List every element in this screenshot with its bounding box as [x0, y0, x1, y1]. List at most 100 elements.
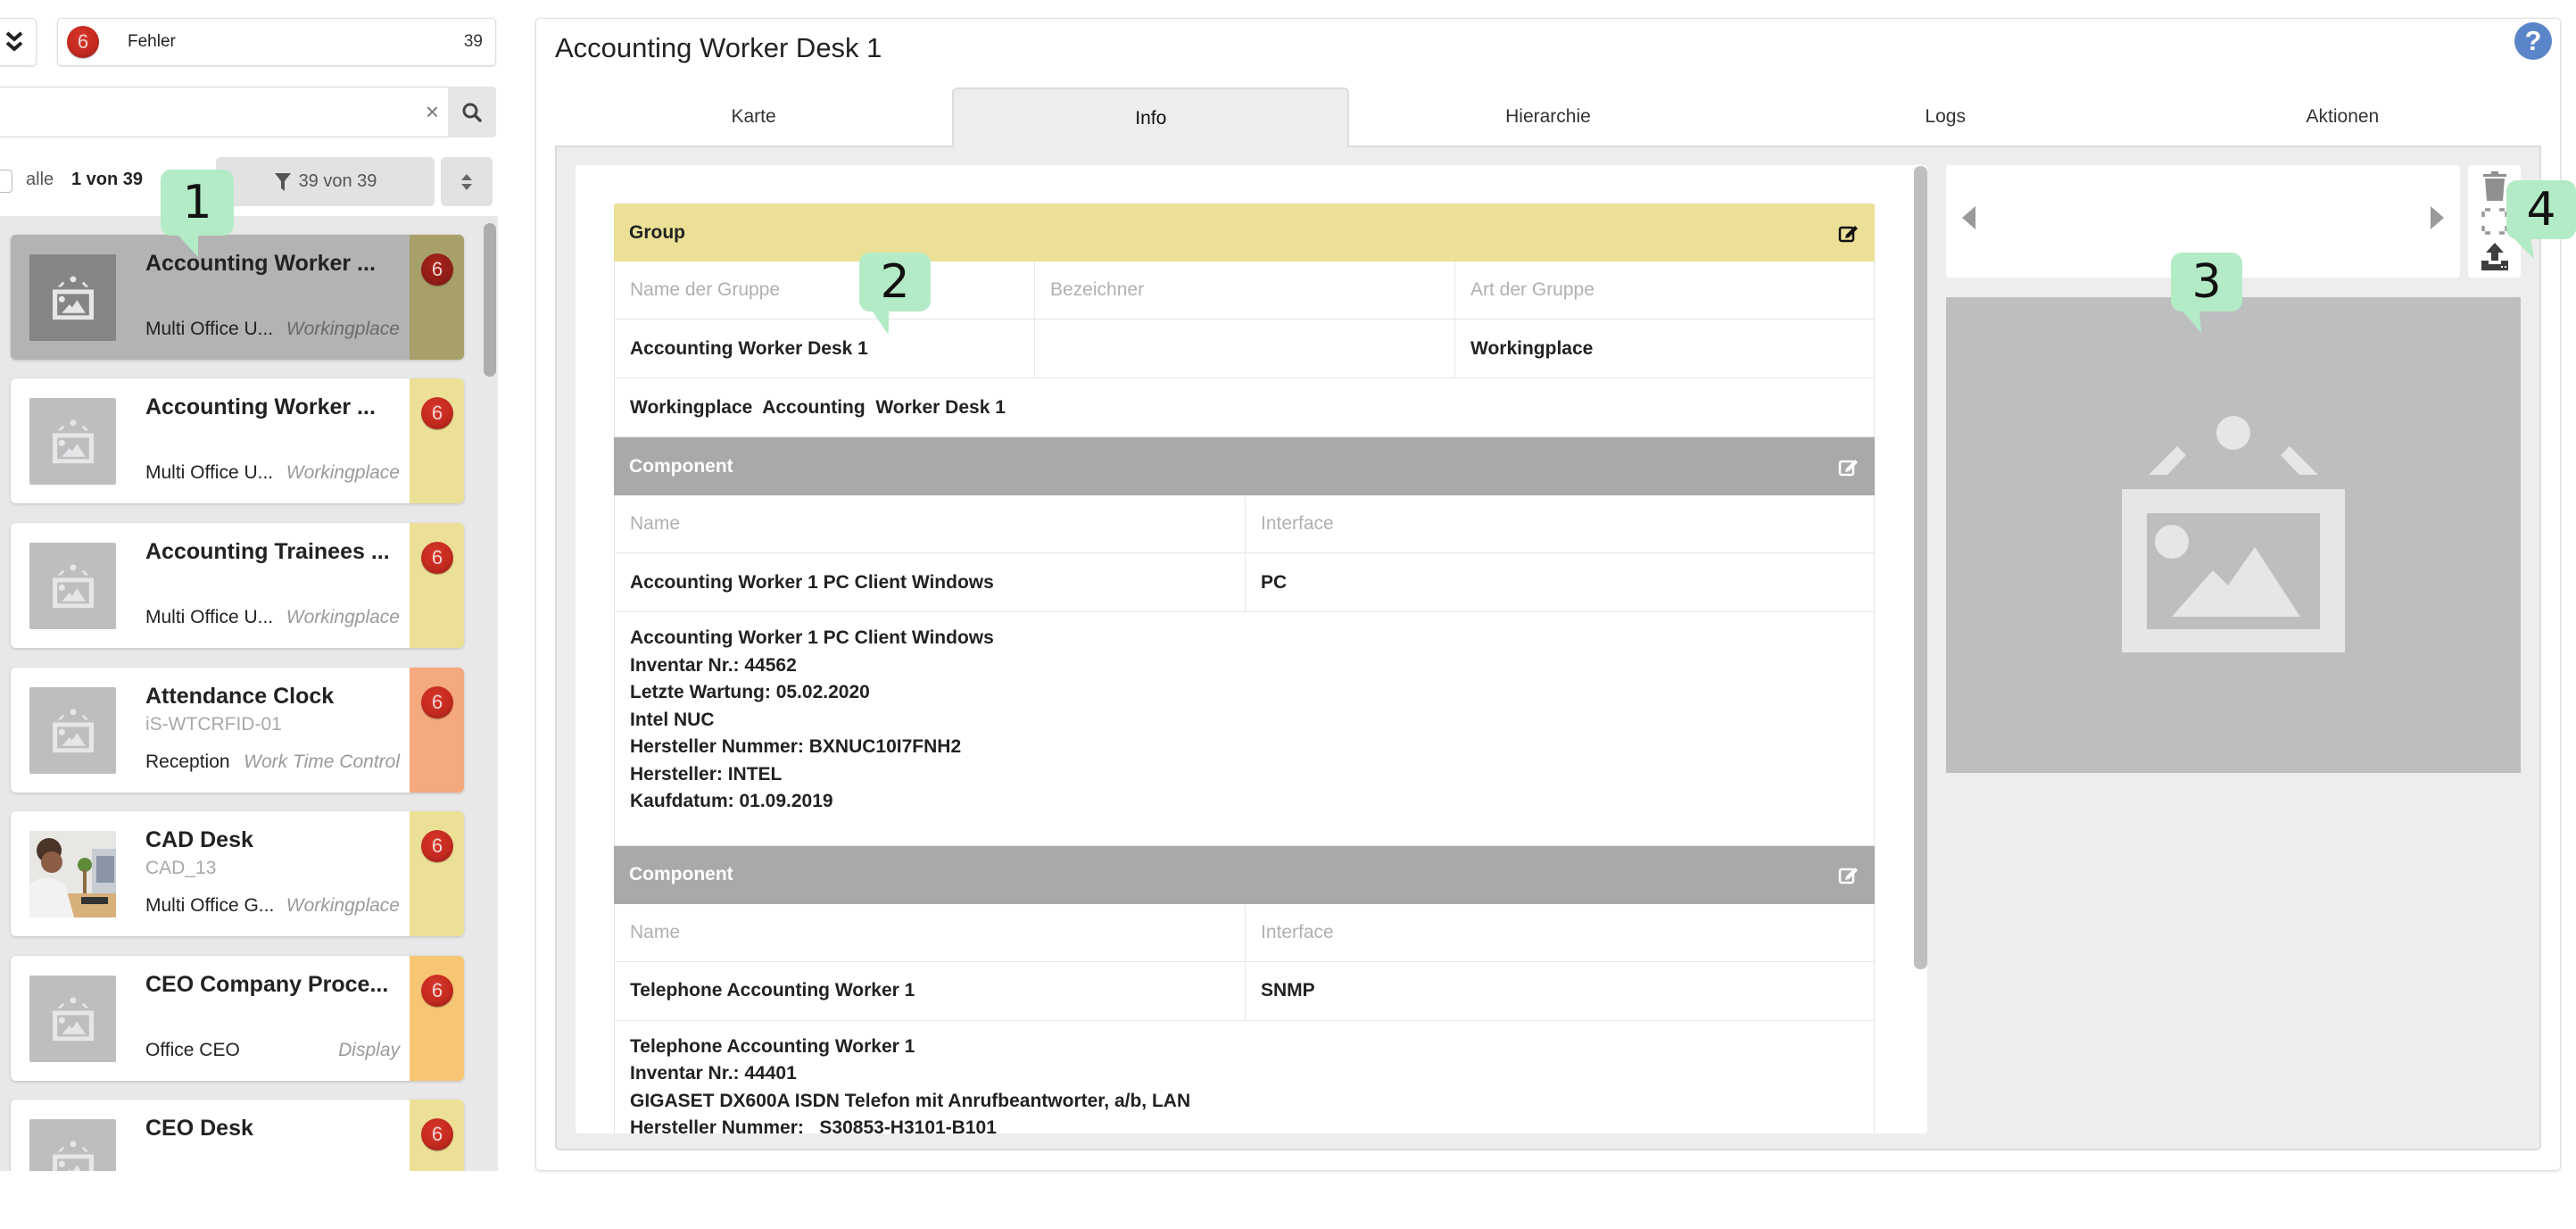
list-item[interactable]: CEO Desk 6 — [11, 1100, 464, 1171]
callout-2: 2 — [859, 253, 931, 335]
tab-logs[interactable]: Logs — [1747, 87, 2144, 146]
error-badge: 6 — [421, 542, 453, 574]
group-description-text: Workingplace Accounting Worker Desk 1 — [630, 396, 1006, 418]
item-type: Workingplace — [286, 607, 400, 627]
item-location: Office CEO — [145, 1040, 240, 1060]
list-item[interactable]: Accounting Worker ... Multi Office U... Wo… — [11, 378, 464, 503]
column-header: Art der Gruppe — [1470, 279, 1594, 300]
column-header: Bezeichner — [1035, 262, 1455, 319]
edit-icon[interactable] — [1838, 457, 1860, 477]
list-item[interactable]: Accounting Trainees ... Multi Office U...… — [11, 523, 464, 648]
item-location: Multi Office U... — [145, 462, 274, 483]
search-field: × — [0, 87, 448, 137]
image-placeholder-icon — [52, 275, 94, 320]
selection-count: 1 von 39 — [71, 170, 144, 189]
status-strip: 6 — [410, 235, 464, 360]
component-header: Component — [614, 845, 1875, 904]
image-preview[interactable] — [1946, 297, 2521, 773]
edit-icon[interactable] — [1838, 223, 1860, 243]
search-icon — [462, 103, 482, 122]
status-strip: 6 — [410, 956, 464, 1081]
callout-1: 1 — [161, 170, 234, 257]
column-header: Name — [615, 903, 1246, 961]
column-header: Name — [615, 495, 1246, 552]
status-strip: 6 — [410, 668, 464, 793]
sort-button[interactable] — [441, 157, 493, 206]
item-thumbnail — [29, 976, 116, 1062]
item-subtitle: iS-WTCRFID-01 — [145, 714, 282, 735]
tab-aktionen[interactable]: Aktionen — [2144, 87, 2541, 146]
item-title: Accounting Worker ... — [145, 394, 376, 419]
callout-4: 4 — [2506, 180, 2576, 259]
info-pane: Group Name der Gruppe Bezeichner Art der… — [576, 165, 1927, 1134]
search-input[interactable] — [0, 87, 408, 137]
error-count: 39 — [463, 32, 483, 51]
fullscreen-icon[interactable] — [2481, 208, 2508, 235]
component-column-headers: Name Interface — [614, 903, 1875, 962]
list-scrollbar[interactable] — [484, 223, 496, 377]
list-item[interactable]: Accounting Worker ... Multi Office U... Wo… — [11, 235, 464, 360]
sort-icon — [461, 173, 472, 190]
edit-icon[interactable] — [1838, 865, 1860, 884]
item-thumbnail — [29, 1119, 116, 1171]
help-icon[interactable]: ? — [2514, 22, 2552, 60]
error-badge: 6 — [421, 253, 453, 286]
upload-icon[interactable] — [2480, 241, 2510, 271]
description-line: Intel NUC — [630, 709, 715, 730]
item-list: Accounting Worker ... Multi Office U... Wo… — [0, 216, 498, 1171]
previous-image-icon[interactable] — [1962, 206, 1975, 229]
page-title: Accounting Worker Desk 1 — [555, 32, 882, 63]
item-location: Reception — [145, 752, 230, 772]
callout-number: 4 — [2526, 183, 2556, 237]
component-interface-value: PC — [1261, 571, 1288, 593]
item-location: Multi Office U... — [145, 607, 274, 627]
item-location: Multi Office G... — [145, 895, 275, 916]
component-header-label: Component — [629, 455, 733, 477]
error-badge: 6 — [421, 1118, 453, 1150]
search-button[interactable] — [448, 87, 496, 137]
description-line: Hersteller: INTEL — [630, 763, 783, 785]
filter-button[interactable]: 39 von 39 — [216, 157, 435, 206]
error-filter[interactable]: 6 Fehler 39 — [57, 18, 496, 66]
callout-3: 3 — [2171, 253, 2242, 333]
item-thumbnail — [29, 687, 116, 774]
info-scrollbar[interactable] — [1914, 166, 1927, 969]
item-type: Display — [338, 1040, 400, 1060]
description-line: Telephone Accounting Worker 1 — [630, 1035, 915, 1057]
item-type: Workingplace — [286, 319, 400, 339]
error-badge: 6 — [67, 26, 99, 58]
clear-search-icon[interactable]: × — [426, 87, 439, 137]
item-thumbnail — [29, 254, 116, 341]
photo-thumbnail — [29, 831, 116, 918]
list-item[interactable]: CAD Desk CAD_13 Multi Office G... Workingpl… — [11, 811, 464, 936]
list-item[interactable]: CEO Company Proce... Office CEO Display 6 — [11, 956, 464, 1081]
delete-icon[interactable] — [2481, 171, 2508, 202]
group-type-value: Workingplace — [1470, 337, 1594, 359]
image-placeholder-icon — [52, 996, 94, 1041]
description-line: Inventar Nr.: 44562 — [630, 654, 797, 676]
group-values-row: Accounting Worker Desk 1 Workingplace — [614, 320, 1875, 378]
status-strip: 6 — [410, 811, 464, 936]
image-placeholder-icon — [52, 708, 94, 752]
callout-number: 1 — [182, 176, 212, 229]
item-title: CEO Desk — [145, 1116, 253, 1141]
item-thumbnail — [29, 398, 116, 485]
component-column-headers: Name Interface — [614, 495, 1875, 553]
description-line: GIGASET DX600A ISDN Telefon mit Anrufbea… — [630, 1090, 1191, 1111]
item-type: Work Time Control — [244, 752, 400, 772]
component-interface-value: SNMP — [1261, 980, 1315, 1001]
select-all-checkbox[interactable] — [0, 170, 12, 193]
group-identifier-value — [1035, 320, 1455, 378]
image-placeholder-icon — [52, 563, 94, 608]
next-image-icon[interactable] — [2431, 206, 2444, 229]
collapse-sidebar-button[interactable] — [0, 18, 37, 66]
image-placeholder-icon — [52, 1140, 94, 1171]
tab-hierarchie[interactable]: Hierarchie — [1349, 87, 1746, 146]
tab-karte[interactable]: Karte — [555, 87, 952, 146]
tab-info[interactable]: Info — [952, 87, 1350, 147]
item-title: CAD Desk — [145, 827, 253, 852]
list-item[interactable]: Attendance Clock iS-WTCRFID-01 Reception Wo… — [11, 668, 464, 793]
item-subtitle: CAD_13 — [145, 858, 217, 878]
item-title: CEO Company Proce... — [145, 972, 389, 997]
item-type: Workingplace — [286, 462, 400, 483]
